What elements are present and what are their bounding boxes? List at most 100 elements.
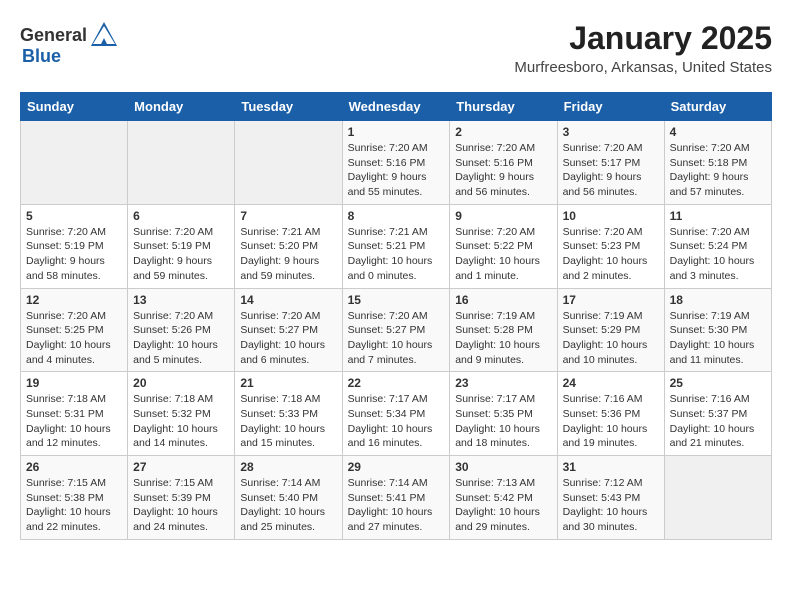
calendar-cell: 8Sunrise: 7:21 AM Sunset: 5:21 PM Daylig… — [342, 204, 450, 288]
day-info: Sunrise: 7:17 AM Sunset: 5:35 PM Dayligh… — [455, 392, 551, 451]
calendar-cell: 10 Sunrise: 7:20 AM Sunset: 5:23 PM Dayli… — [557, 204, 664, 288]
day-number: 5 — [26, 209, 122, 223]
calendar-cell: 3 Sunrise: 7:20 AM Sunset: 5:17 PM Daylig… — [557, 121, 664, 205]
calendar-table: SundayMondayTuesdayWednesdayThursdayFrid… — [20, 92, 772, 540]
calendar-cell: 15 Sunrise: 7:20 AM Sunset: 5:27 PM Dayli… — [342, 288, 450, 372]
day-info: Sunrise: 7:18 AM Sunset: 5:31 PM Dayligh… — [26, 392, 122, 451]
day-info: Sunrise: 7:21 AM Sunset: 5:21 PM Dayligh… — [348, 225, 445, 284]
day-info: Sunrise: 7:20 AM Sunset: 5:19 PM Dayligh… — [26, 225, 122, 284]
day-info: Sunrise: 7:20 AM Sunset: 5:26 PM Dayligh… — [133, 309, 229, 368]
day-of-week-header: Friday — [557, 93, 664, 121]
day-number: 16 — [455, 293, 551, 307]
day-info: Sunrise: 7:20 AM Sunset: 5:16 PM Dayligh… — [455, 141, 551, 200]
calendar-cell: 4 Sunrise: 7:20 AM Sunset: 5:18 PM Daylig… — [664, 121, 771, 205]
day-number: 23 — [455, 376, 551, 390]
day-of-week-header: Saturday — [664, 93, 771, 121]
day-info: Sunrise: 7:15 AM Sunset: 5:39 PM Dayligh… — [133, 476, 229, 535]
calendar-cell: 7 Sunrise: 7:21 AM Sunset: 5:20 PM Daylig… — [235, 204, 342, 288]
calendar-header-row: SundayMondayTuesdayWednesdayThursdayFrid… — [21, 93, 772, 121]
calendar-week-row: 12Sunrise: 7:20 AM Sunset: 5:25 PM Dayli… — [21, 288, 772, 372]
calendar-cell: 22 Sunrise: 7:17 AM Sunset: 5:34 PM Dayli… — [342, 372, 450, 456]
day-info: Sunrise: 7:20 AM Sunset: 5:25 PM Dayligh… — [26, 309, 122, 368]
day-number: 9 — [455, 209, 551, 223]
calendar-cell: 12Sunrise: 7:20 AM Sunset: 5:25 PM Dayli… — [21, 288, 128, 372]
calendar-week-row: 1 Sunrise: 7:20 AM Sunset: 5:16 PM Daylig… — [21, 121, 772, 205]
calendar-cell — [664, 456, 771, 540]
logo-blue-text: Blue — [22, 46, 61, 67]
day-info: Sunrise: 7:20 AM Sunset: 5:23 PM Dayligh… — [563, 225, 659, 284]
calendar-cell: 2 Sunrise: 7:20 AM Sunset: 5:16 PM Daylig… — [450, 121, 557, 205]
day-number: 2 — [455, 125, 551, 139]
day-info: Sunrise: 7:19 AM Sunset: 5:29 PM Dayligh… — [563, 309, 659, 368]
day-number: 15 — [348, 293, 445, 307]
day-info: Sunrise: 7:18 AM Sunset: 5:32 PM Dayligh… — [133, 392, 229, 451]
day-number: 21 — [240, 376, 336, 390]
day-number: 24 — [563, 376, 659, 390]
day-number: 25 — [670, 376, 766, 390]
location-title: Murfreesboro, Arkansas, United States — [514, 59, 772, 76]
day-number: 4 — [670, 125, 766, 139]
day-number: 17 — [563, 293, 659, 307]
day-info: Sunrise: 7:12 AM Sunset: 5:43 PM Dayligh… — [563, 476, 659, 535]
day-info: Sunrise: 7:14 AM Sunset: 5:40 PM Dayligh… — [240, 476, 336, 535]
day-number: 7 — [240, 209, 336, 223]
calendar-cell — [21, 121, 128, 205]
day-number: 19 — [26, 376, 122, 390]
day-number: 11 — [670, 209, 766, 223]
calendar-cell: 26 Sunrise: 7:15 AM Sunset: 5:38 PM Dayli… — [21, 456, 128, 540]
day-info: Sunrise: 7:19 AM Sunset: 5:30 PM Dayligh… — [670, 309, 766, 368]
calendar-cell: 24 Sunrise: 7:16 AM Sunset: 5:36 PM Dayli… — [557, 372, 664, 456]
day-info: Sunrise: 7:21 AM Sunset: 5:20 PM Dayligh… — [240, 225, 336, 284]
day-number: 14 — [240, 293, 336, 307]
day-number: 13 — [133, 293, 229, 307]
day-number: 1 — [348, 125, 445, 139]
day-number: 29 — [348, 460, 445, 474]
day-info: Sunrise: 7:16 AM Sunset: 5:37 PM Dayligh… — [670, 392, 766, 451]
calendar-cell: 5 Sunrise: 7:20 AM Sunset: 5:19 PM Daylig… — [21, 204, 128, 288]
day-of-week-header: Tuesday — [235, 93, 342, 121]
day-of-week-header: Monday — [128, 93, 235, 121]
day-info: Sunrise: 7:20 AM Sunset: 5:22 PM Dayligh… — [455, 225, 551, 284]
title-block: January 2025 Murfreesboro, Arkansas, Uni… — [514, 20, 772, 76]
day-info: Sunrise: 7:20 AM Sunset: 5:27 PM Dayligh… — [348, 309, 445, 368]
day-of-week-header: Thursday — [450, 93, 557, 121]
calendar-cell: 23 Sunrise: 7:17 AM Sunset: 5:35 PM Dayli… — [450, 372, 557, 456]
calendar-cell: 18 Sunrise: 7:19 AM Sunset: 5:30 PM Dayli… — [664, 288, 771, 372]
day-number: 3 — [563, 125, 659, 139]
day-number: 10 — [563, 209, 659, 223]
calendar-week-row: 5 Sunrise: 7:20 AM Sunset: 5:19 PM Daylig… — [21, 204, 772, 288]
logo-icon — [89, 20, 119, 50]
day-info: Sunrise: 7:15 AM Sunset: 5:38 PM Dayligh… — [26, 476, 122, 535]
day-of-week-header: Sunday — [21, 93, 128, 121]
day-info: Sunrise: 7:13 AM Sunset: 5:42 PM Dayligh… — [455, 476, 551, 535]
day-number: 20 — [133, 376, 229, 390]
month-title: January 2025 — [514, 20, 772, 57]
logo-general-text: General — [20, 25, 87, 46]
calendar-cell: 11 Sunrise: 7:20 AM Sunset: 5:24 PM Dayli… — [664, 204, 771, 288]
calendar-cell: 9 Sunrise: 7:20 AM Sunset: 5:22 PM Daylig… — [450, 204, 557, 288]
day-number: 18 — [670, 293, 766, 307]
day-info: Sunrise: 7:14 AM Sunset: 5:41 PM Dayligh… — [348, 476, 445, 535]
day-info: Sunrise: 7:18 AM Sunset: 5:33 PM Dayligh… — [240, 392, 336, 451]
logo: General Blue — [20, 20, 119, 67]
day-number: 6 — [133, 209, 229, 223]
day-info: Sunrise: 7:17 AM Sunset: 5:34 PM Dayligh… — [348, 392, 445, 451]
calendar-cell: 1Sunrise: 7:20 AM Sunset: 5:16 PM Daylig… — [342, 121, 450, 205]
day-info: Sunrise: 7:20 AM Sunset: 5:24 PM Dayligh… — [670, 225, 766, 284]
calendar-body: 1 Sunrise: 7:20 AM Sunset: 5:16 PM Daylig… — [21, 121, 772, 540]
calendar-cell: 21 Sunrise: 7:18 AM Sunset: 5:33 PM Dayli… — [235, 372, 342, 456]
calendar-cell: 16Sunrise: 7:19 AM Sunset: 5:28 PM Dayli… — [450, 288, 557, 372]
day-number: 22 — [348, 376, 445, 390]
day-info: Sunrise: 7:20 AM Sunset: 5:17 PM Dayligh… — [563, 141, 659, 200]
calendar-cell — [128, 121, 235, 205]
day-info: Sunrise: 7:20 AM Sunset: 5:18 PM Dayligh… — [670, 141, 766, 200]
calendar-cell: 19 Sunrise: 7:18 AM Sunset: 5:31 PM Dayli… — [21, 372, 128, 456]
calendar-cell: 31 Sunrise: 7:12 AM Sunset: 5:43 PM Dayli… — [557, 456, 664, 540]
day-info: Sunrise: 7:16 AM Sunset: 5:36 PM Dayligh… — [563, 392, 659, 451]
calendar-week-row: 26 Sunrise: 7:15 AM Sunset: 5:38 PM Dayli… — [21, 456, 772, 540]
calendar-cell: 30 Sunrise: 7:13 AM Sunset: 5:42 PM Dayli… — [450, 456, 557, 540]
day-number: 31 — [563, 460, 659, 474]
day-number: 26 — [26, 460, 122, 474]
day-number: 30 — [455, 460, 551, 474]
calendar-cell: 28Sunrise: 7:14 AM Sunset: 5:40 PM Dayli… — [235, 456, 342, 540]
